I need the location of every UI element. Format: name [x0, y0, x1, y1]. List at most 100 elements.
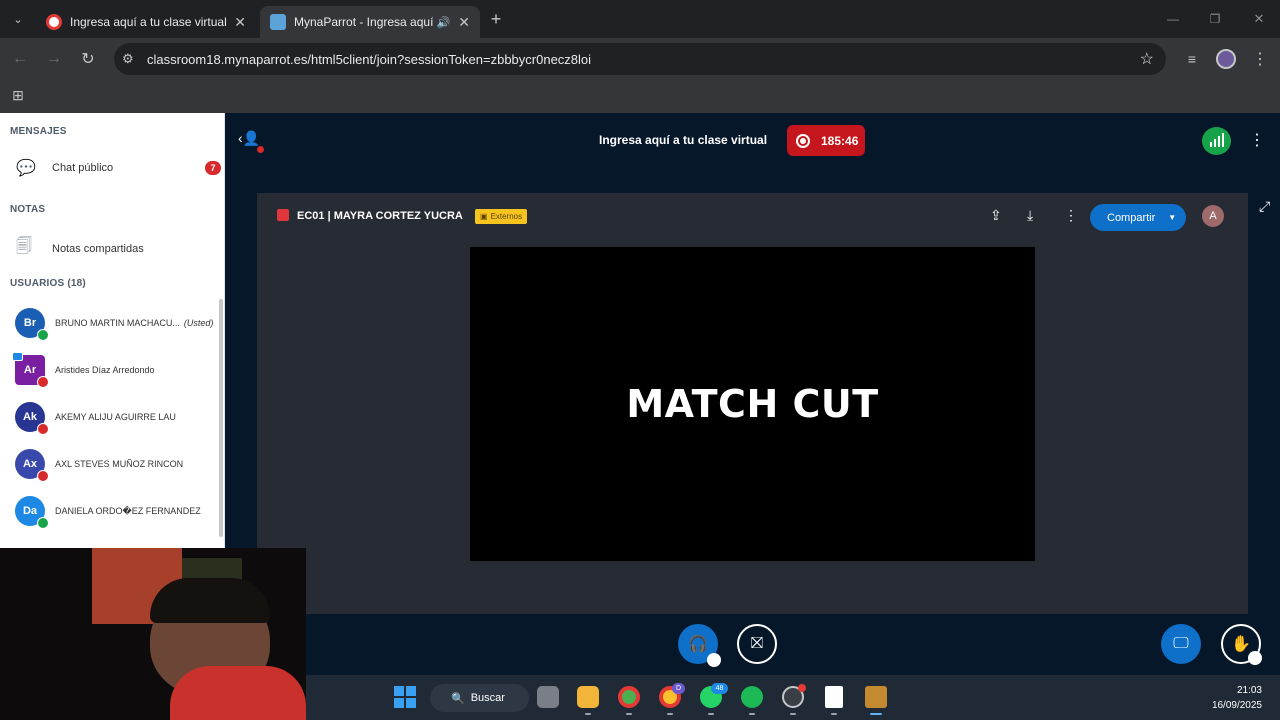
public-chat-label: Chat público — [52, 162, 114, 174]
tab-title: Ingresa aquí a tu clase virtual — [70, 15, 227, 29]
unread-badge: 7 — [205, 161, 221, 175]
tab-clase-virtual[interactable]: Ingresa aquí a tu clase virtual ✕ — [36, 6, 256, 38]
hand-icon: ✋ — [1231, 636, 1251, 653]
shared-notes-item[interactable]: 🗐 Notas compartidas — [16, 235, 144, 262]
clock-date: 16/09/2025 — [1211, 700, 1262, 711]
browser-menu-icon[interactable]: ⋮ — [1248, 47, 1272, 71]
user-name: AXL STEVES MUÑOZ RINCON — [55, 459, 184, 469]
new-tab-icon[interactable]: + — [484, 7, 508, 31]
running-indicator — [749, 713, 755, 715]
toggle-user-list-icon[interactable]: ‹👤 — [238, 130, 260, 147]
tab-favicon-icon — [270, 14, 286, 30]
sidebar: MENSAJES 💬 Chat público 7 NOTAS 🗐 Notas … — [0, 113, 225, 548]
file-explorer-icon[interactable] — [577, 686, 599, 708]
chat-icon: 💬 — [16, 160, 36, 177]
muted-mic-icon — [37, 423, 49, 435]
site-settings-icon[interactable]: ⚙ — [122, 51, 134, 67]
apps-grid-icon[interactable]: ⊞ — [6, 83, 30, 107]
user-avatar[interactable]: A — [1202, 205, 1224, 227]
close-tab-icon[interactable]: ✕ — [234, 14, 246, 31]
presentation-title: EC01 | MAYRA CORTEZ YUCRA — [297, 210, 463, 222]
profile-avatar[interactable] — [1214, 47, 1238, 71]
user-list-item[interactable]: Ak AKEMY ALIJU AGUIRRE LAU — [15, 400, 220, 435]
avatar: Da — [15, 496, 49, 529]
notification-dot — [257, 146, 264, 153]
taskbar-search[interactable]: 🔍 Buscar — [430, 684, 529, 712]
share-button[interactable]: Compartir ▼ — [1090, 204, 1186, 231]
webcam-overlay — [0, 548, 306, 720]
user-list-item[interactable]: Ar Aristides Díaz Arredondo — [12, 352, 220, 388]
bookmark-bar: ⊞ — [0, 80, 1280, 113]
audio-playing-icon[interactable]: 🔊 — [437, 16, 451, 29]
browser-tab-bar: ⌄ Ingresa aquí a tu clase virtual ✕ Myna… — [0, 0, 1280, 38]
address-bar[interactable]: ⚙ classroom18.mynaparrot.es/html5client/… — [114, 43, 1166, 75]
running-indicator — [708, 713, 714, 715]
tab-mynaparrot[interactable]: MynaParrot - Ingresa aquí a 🔊 ✕ — [260, 6, 480, 38]
download-icon[interactable]: ⤓ — [1027, 207, 1033, 224]
muted-mic-icon — [37, 376, 49, 388]
presentation-icon — [277, 209, 289, 221]
audio-settings-icon[interactable] — [707, 653, 721, 667]
profile-badge: D — [672, 683, 685, 694]
raise-hand-button[interactable]: ✋ — [1221, 624, 1262, 665]
headphones-icon: 🎧 — [688, 636, 708, 653]
user-list-scrollbar[interactable] — [219, 299, 223, 537]
audio-button[interactable]: 🎧 — [678, 624, 721, 667]
webcam-person-hair — [150, 578, 270, 623]
user-list-item[interactable]: Br BRUNO MARTIN MACHACU... (Usted) — [15, 306, 220, 341]
user-list-item[interactable]: Da DANIELA ORDO�EZ FERNANDEZ — [15, 494, 220, 529]
user-name: Aristides Díaz Arredondo — [55, 365, 155, 375]
running-indicator — [790, 713, 796, 715]
user-list-item[interactable]: Ax AXL STEVES MUÑOZ RINCON — [15, 447, 220, 482]
presentation-menu-icon[interactable]: ⋮ — [1064, 207, 1078, 224]
avatar: Br — [15, 308, 49, 341]
tab-search-icon[interactable]: ⌄ — [6, 7, 30, 31]
avatar: Ak — [15, 402, 49, 435]
app-icon[interactable] — [865, 686, 887, 708]
clock-time: 21:03 — [1236, 685, 1262, 696]
document-icon[interactable] — [825, 686, 843, 708]
back-icon[interactable]: ← — [8, 47, 32, 71]
close-window-icon[interactable]: ✕ — [1247, 7, 1271, 31]
camera-off-icon: ⛝ — [750, 635, 764, 652]
search-icon: 🔍 — [451, 692, 465, 705]
listen-only-icon — [37, 517, 49, 529]
windows-start-icon[interactable] — [394, 686, 416, 708]
media-controls-icon[interactable]: ≡ — [1180, 47, 1204, 71]
task-view-icon[interactable] — [537, 686, 559, 708]
screen-share-button[interactable]: 🖵 — [1161, 624, 1201, 664]
meeting-title: Ingresa aquí a tu clase virtual — [599, 133, 768, 147]
upload-icon[interactable]: ⇪ — [990, 207, 1002, 224]
slide-text: MATCH CUT — [626, 382, 879, 426]
running-indicator — [626, 713, 632, 715]
connection-status-button[interactable] — [1202, 127, 1231, 155]
messages-section-title: MENSAJES — [10, 126, 67, 137]
listen-only-icon — [37, 329, 49, 341]
close-tab-icon[interactable]: ✕ — [458, 14, 470, 31]
recording-indicator[interactable]: 185:46 — [787, 125, 865, 156]
webcam-person-shirt — [170, 666, 306, 720]
restore-icon[interactable]: ❐ — [1203, 7, 1227, 31]
reactions-icon[interactable] — [1248, 651, 1262, 665]
running-indicator — [667, 713, 673, 715]
fullscreen-icon[interactable]: ⤢ — [1259, 198, 1270, 215]
spotify-icon[interactable] — [741, 686, 763, 708]
shared-notes-label: Notas compartidas — [52, 242, 144, 255]
avatar: Ar — [12, 352, 49, 388]
forward-icon[interactable]: → — [42, 47, 66, 71]
user-name: AKEMY ALIJU AGUIRRE LAU — [55, 412, 176, 422]
minimize-icon[interactable]: — — [1161, 7, 1185, 31]
reload-icon[interactable]: ↻ — [76, 47, 100, 71]
muted-mic-icon — [37, 470, 49, 482]
bookmark-star-icon[interactable]: ☆ — [1140, 49, 1154, 69]
public-chat-item[interactable]: 💬 Chat público 7 — [16, 158, 221, 178]
browser-toolbar: ← → ↻ ⚙ classroom18.mynaparrot.es/html5c… — [0, 38, 1280, 80]
chrome-icon[interactable] — [618, 686, 640, 708]
video-button[interactable]: ⛝ — [737, 624, 777, 664]
obs-recording-dot — [798, 684, 806, 692]
whatsapp-badge: 48 — [711, 683, 728, 694]
avatar: Ax — [15, 449, 49, 482]
options-menu-icon[interactable]: ⋮ — [1249, 130, 1265, 150]
system-clock[interactable]: 21:03 16/09/2025 — [1190, 683, 1262, 713]
search-label: Buscar — [470, 692, 505, 704]
